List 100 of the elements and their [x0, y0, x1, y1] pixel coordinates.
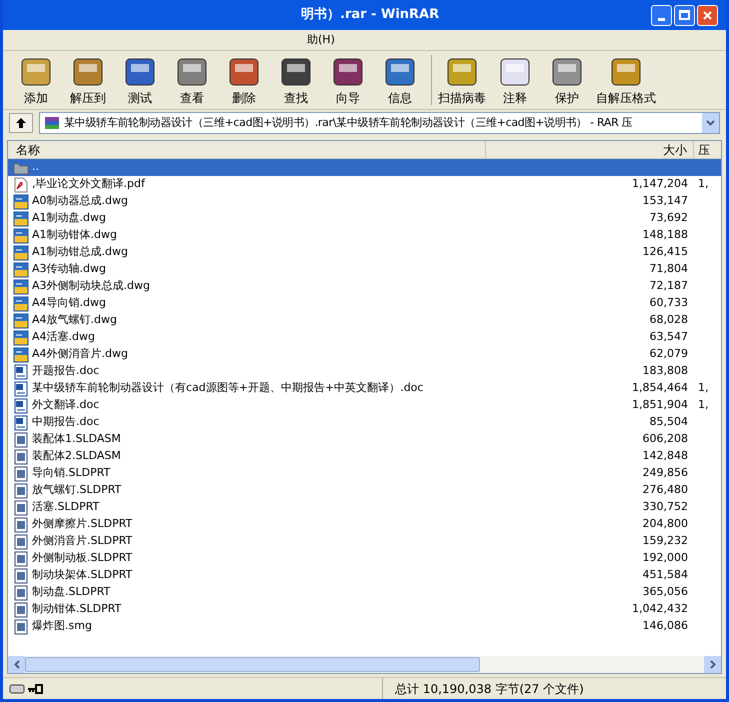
file-size: 142,848: [642, 448, 688, 464]
file-row[interactable]: A3传动轴.dwg 71,804: [8, 261, 721, 278]
file-row[interactable]: 制动盘.SLDPRT 365,056: [8, 584, 721, 601]
table-cell: 1,: [698, 381, 708, 394]
file-row[interactable]: ,毕业论文外文翻译.pdf 1,147,204 1,: [8, 176, 721, 193]
drawing-file-icon: [13, 210, 29, 226]
file-size: 365,056: [642, 584, 688, 600]
file-row[interactable]: 放气螺钉.SLDPRT 276,480: [8, 482, 721, 499]
toolbar-button[interactable]: 查找: [271, 55, 321, 109]
scroll-left-icon[interactable]: [8, 656, 25, 673]
file-row[interactable]: A4外侧消音片.dwg 62,079: [8, 346, 721, 363]
file-row[interactable]: 爆炸图.smg 146,086: [8, 618, 721, 635]
file-row[interactable]: 中期报告.doc 85,504: [8, 414, 721, 431]
file-size: 63,547: [650, 329, 688, 346]
file-size: 159,232: [642, 533, 688, 550]
model-file-icon: [14, 500, 28, 516]
key-icon: [27, 684, 43, 694]
file-row[interactable]: A1制动钳总成.dwg 126,415: [8, 244, 721, 261]
toolbar-button[interactable]: 查看: [167, 55, 217, 109]
document-icon: [14, 364, 28, 380]
file-name: 装配体1.SLDASM: [32, 431, 121, 448]
toolbar-button[interactable]: 注释: [490, 55, 540, 109]
model-file-icon: [14, 550, 28, 566]
file-name: 外文翻译.doc: [32, 397, 100, 414]
file-name: 活塞.SLDPRT: [32, 499, 100, 516]
file-size: 68,028: [650, 312, 688, 328]
file-name: A3外侧制动块总成.dwg: [32, 278, 150, 294]
file-name: 装配体2.SLDASM: [32, 448, 121, 464]
toolbar-button[interactable]: 测试: [115, 55, 165, 109]
file-row[interactable]: A3外侧制动块总成.dwg 72,187: [8, 278, 721, 295]
toolbar-button[interactable]: 信息: [375, 55, 425, 109]
file-row[interactable]: ..: [8, 159, 721, 176]
close-button[interactable]: [697, 4, 718, 26]
archive-icon: [44, 115, 60, 131]
file-row[interactable]: 制动块架体.SLDPRT 451,584: [8, 567, 721, 584]
column-header[interactable]: 大小: [486, 141, 694, 158]
file-name: 开题报告.doc: [32, 363, 100, 380]
drawing-file-icon: [13, 330, 29, 346]
file-row[interactable]: 外侧制动板.SLDPRT 192,000: [8, 550, 721, 567]
toolbar-button[interactable]: 保护: [542, 55, 592, 109]
file-row[interactable]: 装配体2.SLDASM 142,848: [8, 448, 721, 465]
scroll-thumb[interactable]: [25, 657, 480, 672]
model-file-icon: [14, 482, 28, 498]
model-file-icon: [14, 466, 28, 482]
scroll-right-icon[interactable]: [704, 656, 721, 673]
file-size: 62,079: [650, 346, 688, 362]
file-row[interactable]: 装配体1.SLDASM 606,208: [8, 431, 721, 448]
column-header[interactable]: 压: [694, 141, 721, 158]
file-size: 71,804: [650, 261, 688, 278]
file-name: 导向销.SLDPRT: [32, 465, 110, 482]
drawing-file-icon: [13, 346, 29, 362]
file-name: 制动盘.SLDPRT: [32, 584, 110, 600]
file-size: 451,584: [642, 567, 688, 584]
path-text: 某中级轿车前轮制动器设计（三维+cad图+说明书）.rar\某中级轿车前轮制动器设计（三维+cad图+说明书） - RAR 压: [64, 114, 634, 131]
file-row[interactable]: 外侧摩擦片.SLDPRT 204,800: [8, 516, 721, 533]
file-row[interactable]: 制动钳体.SLDPRT 1,042,432: [8, 601, 721, 618]
file-row[interactable]: A1制动钳体.dwg 148,188: [8, 227, 721, 244]
toolbar-button[interactable]: 向导: [323, 55, 373, 109]
file-row[interactable]: A4导向销.dwg 60,733: [8, 295, 721, 312]
file-name: A1制动钳体.dwg: [32, 227, 117, 244]
column-header[interactable]: 名称: [8, 141, 486, 158]
drawing-file-icon: [13, 228, 29, 244]
file-size: 153,147: [642, 193, 688, 210]
file-row[interactable]: 导向销.SLDPRT 249,856: [8, 465, 721, 482]
file-row[interactable]: 外侧消音片.SLDPRT 159,232: [8, 533, 721, 550]
file-name: A4导向销.dwg: [32, 295, 106, 312]
file-name: 放气螺钉.SLDPRT: [32, 482, 122, 498]
toolbar-button[interactable]: 自解压格式: [594, 55, 658, 109]
file-name: 外侧制动板.SLDPRT: [32, 550, 132, 566]
file-row[interactable]: A4放气螺钉.dwg 68,028: [8, 312, 721, 329]
document-icon: [14, 380, 28, 396]
file-row[interactable]: 外文翻译.doc 1,851,904 1,: [8, 397, 721, 414]
drawing-file-icon: [13, 312, 29, 328]
file-name: ,毕业论文外文翻译.pdf: [32, 176, 145, 192]
document-icon: [14, 414, 28, 430]
file-name: 制动块架体.SLDPRT: [32, 567, 132, 584]
toolbar-button[interactable]: 添加: [11, 55, 61, 109]
menu-item[interactable]: 助(H): [303, 32, 339, 48]
file-row[interactable]: 活塞.SLDPRT 330,752: [8, 499, 721, 516]
file-row[interactable]: A0制动器总成.dwg 153,147: [8, 193, 721, 210]
toolbar-button[interactable]: 解压到: [63, 55, 113, 109]
file-row[interactable]: A1制动盘.dwg 73,692: [8, 210, 721, 227]
model-file-icon: [14, 584, 28, 600]
file-row[interactable]: 开题报告.doc 183,808: [8, 363, 721, 380]
toolbar-button[interactable]: 扫描病毒: [436, 55, 488, 109]
toolbar-button[interactable]: 删除: [219, 55, 269, 109]
file-name: A4外侧消音片.dwg: [32, 346, 128, 362]
up-folder-button[interactable]: [9, 113, 33, 133]
maximize-button[interactable]: [674, 4, 695, 26]
path-dropdown[interactable]: 某中级轿车前轮制动器设计（三维+cad图+说明书）.rar\某中级轿车前轮制动器设计（三维+cad图+说明书） - RAR 压: [39, 112, 720, 134]
file-size: 192,000: [642, 550, 688, 566]
horizontal-scrollbar[interactable]: [8, 656, 721, 673]
file-size: 1,042,432: [632, 601, 688, 618]
minimize-button[interactable]: [651, 4, 672, 26]
close-icon: [702, 10, 713, 20]
file-name: 制动钳体.SLDPRT: [32, 601, 122, 618]
file-row[interactable]: A4活塞.dwg 63,547: [8, 329, 721, 346]
file-name: 外侧消音片.SLDPRT: [32, 533, 132, 550]
file-name: 中期报告.doc: [32, 414, 100, 430]
file-row[interactable]: 某中级轿车前轮制动器设计（有cad源图等+开题、中期报告+中英文翻译）.doc 1,854,464 1,: [8, 380, 721, 397]
